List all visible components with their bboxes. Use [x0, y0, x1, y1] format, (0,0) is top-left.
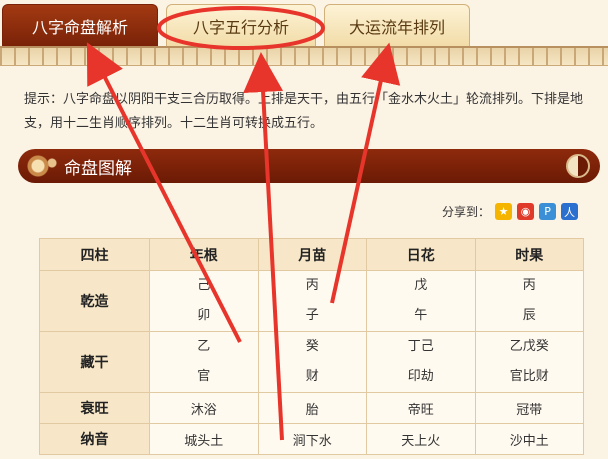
table-cell: 天上火	[366, 423, 476, 455]
yin-yang-icon	[566, 154, 590, 178]
table-row: 乾造 己卯 丙子 戊午 丙辰	[39, 270, 584, 332]
col-header: 四柱	[39, 238, 150, 271]
qzone-icon[interactable]: ★	[495, 203, 513, 220]
tab-luck-cycles[interactable]: 大运流年排列	[324, 4, 470, 46]
table-row: 衰旺 沐浴 胎 帝旺 冠带	[39, 392, 584, 424]
tencent-icon[interactable]: P	[539, 203, 557, 220]
table-cell: 戊午	[366, 270, 476, 332]
table-cell: 乙戊癸 官比财	[474, 331, 584, 393]
section-header: 命盘图解	[18, 149, 600, 183]
table-cell: 冠带	[474, 392, 584, 424]
table-cell: 城头土	[149, 423, 259, 455]
table-cell: 丙辰	[474, 270, 584, 332]
row-label: 纳音	[39, 423, 150, 455]
weibo-icon[interactable]: ◉	[517, 203, 535, 220]
table-cell: 癸财	[257, 331, 367, 393]
renren-icon[interactable]: 人	[561, 203, 579, 220]
col-header: 年根	[149, 238, 259, 271]
table-cell: 丙子	[257, 270, 367, 332]
share-bar: 分享到： ★ ◉ P 人	[442, 203, 579, 220]
table-header-row: 四柱 年根 月苗 日花 时果	[39, 238, 584, 271]
bazi-table: 四柱 年根 月苗 日花 时果 乾造 己卯 丙子 戊午 丙辰 藏干 乙官 癸财 丁…	[39, 238, 584, 455]
section-title: 命盘图解	[64, 158, 132, 179]
tab-bazi-chart[interactable]: 八字命盘解析	[2, 4, 158, 46]
table-row: 藏干 乙官 癸财 丁己 印劫 乙戊癸 官比财	[39, 331, 584, 393]
row-label: 乾造	[39, 270, 150, 332]
table-cell: 乙官	[149, 331, 259, 393]
table-cell: 沙中土	[474, 423, 584, 455]
col-header: 时果	[474, 238, 584, 271]
table-cell: 丁己 印劫	[366, 331, 476, 393]
decorative-border	[0, 46, 608, 66]
notice-text: 提示：八字命盘以阴阳干支三合历取得。上排是天干，由五行「金水木火土」轮流排列。下…	[24, 92, 584, 131]
flower-icon	[22, 151, 62, 181]
table-cell: 帝旺	[366, 392, 476, 424]
table-cell: 胎	[257, 392, 367, 424]
table-cell: 己卯	[149, 270, 259, 332]
tab-five-elements[interactable]: 八字五行分析	[166, 4, 316, 46]
tab-bar: 八字命盘解析 八字五行分析 大运流年排列	[0, 0, 608, 46]
table-cell: 涧下水	[257, 423, 367, 455]
share-label: 分享到：	[442, 205, 491, 219]
row-label: 藏干	[39, 331, 150, 393]
table-cell: 沐浴	[149, 392, 259, 424]
row-label: 衰旺	[39, 392, 150, 424]
table-row: 纳音 城头土 涧下水 天上火 沙中土	[39, 423, 584, 455]
col-header: 月苗	[257, 238, 367, 271]
col-header: 日花	[366, 238, 476, 271]
